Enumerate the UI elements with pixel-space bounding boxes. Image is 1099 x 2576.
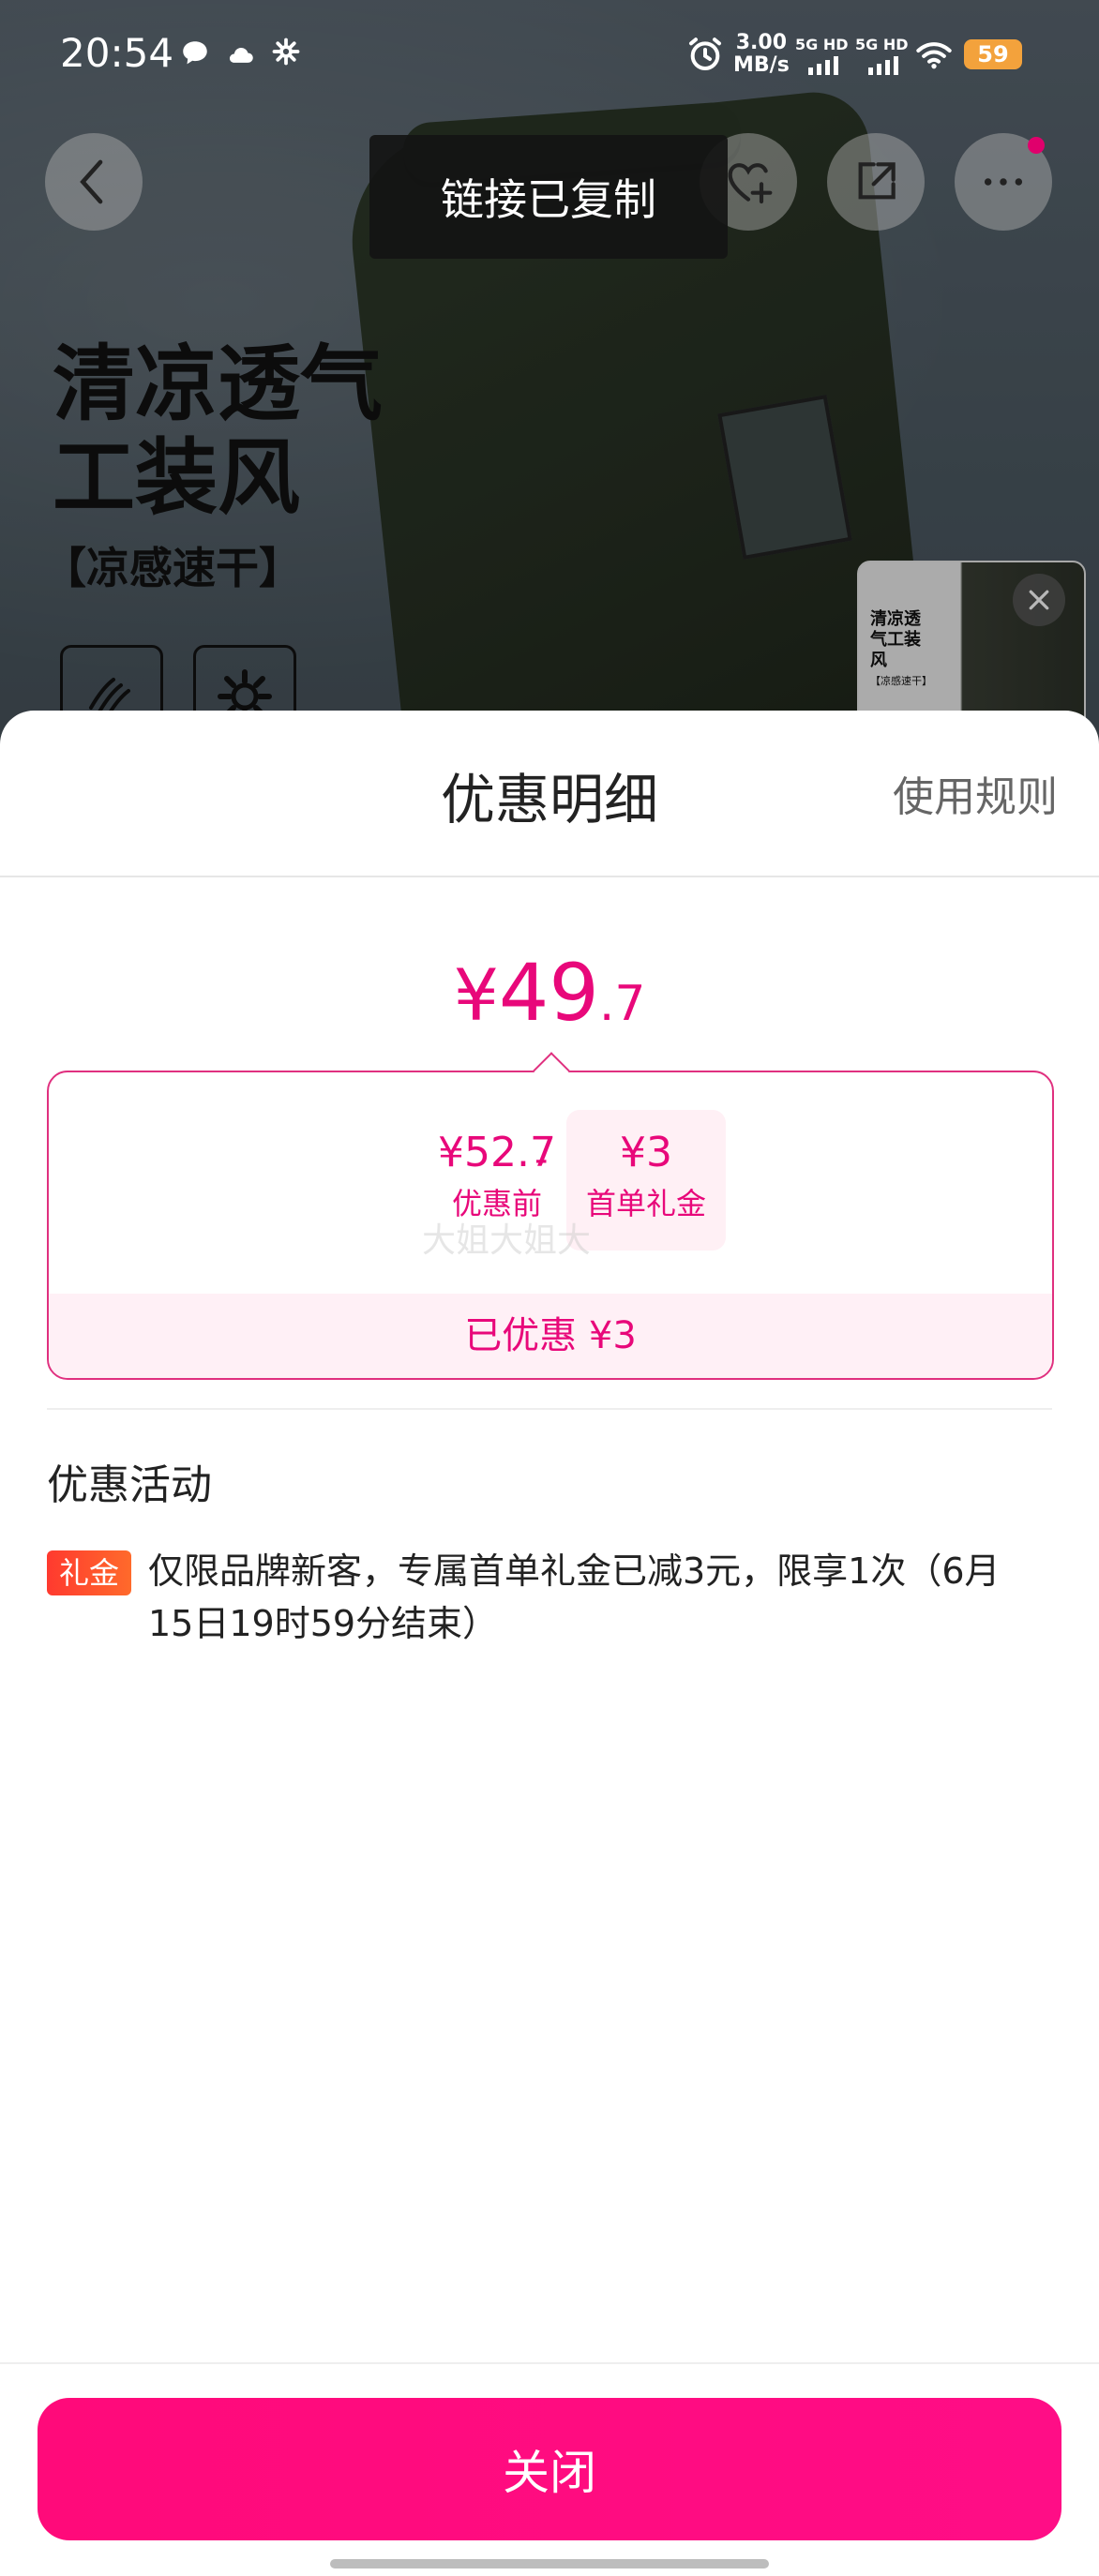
chat-bubble-icon [183,41,207,65]
promo-heading: 优惠活动 [47,1461,212,1509]
toast-message: 链接已复制 [369,135,728,259]
minus-sign: - [534,1138,549,1181]
signal-bars-1-icon [808,56,838,75]
battery-level: 59 [964,39,1022,69]
signal-bars-2-icon [868,56,898,75]
signal-label-1: 5G HD [795,36,849,53]
home-indicator[interactable] [330,2559,769,2569]
usage-rules-link[interactable]: 使用规则 [893,763,1058,823]
final-price-integer: 49 [498,947,599,1039]
network-speed: 3.00 MB/s [733,32,790,77]
gift-discount: ¥3 首单礼金 [566,1129,726,1223]
signal-label-2: 5G HD [855,36,909,53]
status-time: 20:54 [60,30,174,76]
notification-dot [1028,137,1045,154]
cloud-moon-icon [229,47,253,63]
discount-detail-sheet: 优惠明细 使用规则 ¥49.7 ¥52.7 优惠前 - ¥3 首单礼金 大姐大姐… [0,711,1099,2576]
divider [47,1408,1052,1410]
divider [0,876,1099,877]
chevron-left-icon [80,159,103,204]
gift-discount-value: ¥3 [620,1129,672,1176]
promo-description: 仅限品牌新客，专属首单礼金已减3元，限享1次（6月15日19时59分结束） [148,1550,1001,1644]
promo-tag: 礼金 [47,1550,131,1595]
final-price-currency: ¥ [453,953,499,1037]
final-price-decimal: .7 [598,976,646,1032]
wifi-icon [916,42,952,69]
alarm-icon [689,37,721,70]
share-icon [858,162,896,200]
dim-overlay[interactable] [0,0,1099,750]
footer-divider [0,2362,1099,2364]
close-button[interactable]: 关闭 [38,2398,1061,2540]
heart-plus-icon [728,163,773,204]
network-speed-unit: MB/s [733,53,790,77]
final-price: ¥49.7 [0,947,1099,1039]
watermark: 大姐大姐大 [422,1221,592,1260]
product-image-area: 清凉透气工装风 【凉感速干】 清凉透气工装风 【凉感速干】 链接已复制 20:5… [0,0,1099,750]
settings-gear-icon [272,37,300,66]
share-button[interactable] [827,133,925,231]
status-bar: 20:54 3.00 MB/s 5G HD 5G HD 59 [0,0,1099,112]
network-speed-value: 3.00 [735,31,788,54]
price-calculation-box: ¥52.7 优惠前 - ¥3 首单礼金 大姐大姐大 已优惠 ¥3 [47,1071,1054,1380]
back-button[interactable] [45,133,143,231]
more-dots-icon [984,178,1023,186]
saved-amount: 已优惠 ¥3 [49,1294,1052,1378]
